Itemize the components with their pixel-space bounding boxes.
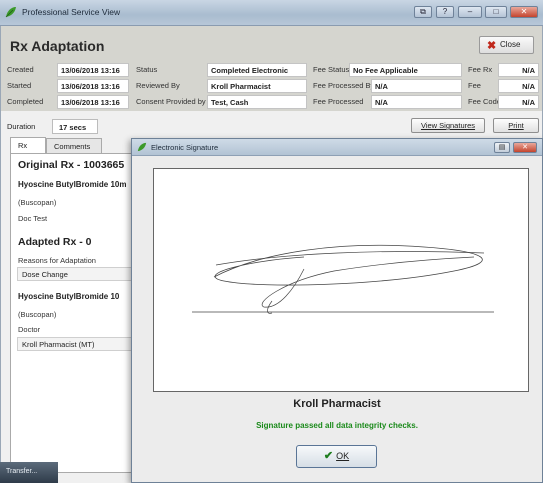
original-brand: (Buscopan) <box>18 198 57 207</box>
app-leaf-icon <box>5 7 16 18</box>
window-title: Professional Service View <box>22 7 121 17</box>
page-title: Rx Adaptation <box>10 38 105 54</box>
fee-value: N/A <box>498 79 539 93</box>
fee-code-label: Fee Code <box>468 97 501 106</box>
doctor-label: Doctor <box>18 325 41 334</box>
print-button[interactable]: Print <box>493 118 539 133</box>
integrity-message: Signature passed all data integrity chec… <box>256 421 418 430</box>
original-doctor: Doc Test <box>18 214 48 223</box>
signature-drawing <box>192 244 494 314</box>
help-icon[interactable]: ? <box>436 6 454 18</box>
minimize-button[interactable]: – <box>458 6 482 18</box>
completed-label: Completed <box>7 97 44 106</box>
fee-processed-value: N/A <box>371 95 462 109</box>
restore-icon[interactable]: ⧉ <box>414 6 432 18</box>
status-value: Completed Electronic <box>207 63 307 77</box>
fee-code-value: N/A <box>498 95 539 109</box>
created-label: Created <box>7 65 34 74</box>
dialog-menu-icon[interactable]: ▤ <box>494 142 510 153</box>
signer-name: Kroll Pharmacist <box>293 398 381 410</box>
info-row-created: Created 13/06/2018 13:16 Status Complete… <box>1 62 542 78</box>
dialog-titlebar: Electronic Signature ▤ ✕ <box>132 139 542 156</box>
fee-status-label: Fee Status <box>313 65 350 74</box>
duration-label: Duration <box>7 122 36 131</box>
reviewed-label: Reviewed By <box>136 81 180 90</box>
status-label: Status <box>136 65 158 74</box>
original-drug: Hyoscine ButylBromide 10m <box>18 180 127 189</box>
consent-value: Test, Cash <box>207 95 307 109</box>
fee-processed-by-value: N/A <box>371 79 462 93</box>
signature-pad <box>153 168 529 392</box>
fee-processed-by-label: Fee Processed By <box>313 81 375 90</box>
reason-field: Dose Change <box>17 267 132 281</box>
info-row-started: Started 13/06/2018 13:16 Reviewed By Kro… <box>1 78 542 94</box>
fee-status-value: No Fee Applicable <box>349 63 462 77</box>
fee-rx-label: Fee Rx <box>468 65 493 74</box>
close-button-label: Close <box>500 40 521 49</box>
taskbar-item[interactable]: Transfer... <box>0 462 58 483</box>
maximize-button[interactable]: □ <box>485 6 507 18</box>
dialog-title: Electronic Signature <box>151 143 219 152</box>
adapted-drug: Hyoscine ButylBromide 10 <box>18 292 120 301</box>
close-icon: ✖ <box>487 40 497 52</box>
window-close-button[interactable]: ✕ <box>510 6 538 18</box>
dialog-leaf-icon <box>137 142 147 152</box>
main-titlebar: Professional Service View ⧉ ? – □ ✕ <box>0 0 543 26</box>
close-button[interactable]: ✖ Close <box>479 36 534 54</box>
reasons-label: Reasons for Adaptation <box>18 256 96 265</box>
dialog-close-button[interactable]: ✕ <box>513 142 537 153</box>
reviewed-value: Kroll Pharmacist <box>207 79 307 93</box>
signature-dialog: Electronic Signature ▤ ✕ Kroll Pharmacis… <box>131 138 543 483</box>
checkmark-icon: ✔ <box>323 450 334 462</box>
tab-rx[interactable]: Rx <box>10 137 46 154</box>
fee-processed-label: Fee Processed <box>313 97 364 106</box>
fee-label: Fee <box>468 81 481 90</box>
ok-button[interactable]: ✔ OK <box>296 445 377 468</box>
started-label: Started <box>7 81 32 90</box>
created-value: 13/06/2018 13:16 <box>57 63 129 77</box>
adapted-rx-heading: Adapted Rx - 0 <box>18 236 92 248</box>
view-signatures-button[interactable]: View Signatures <box>411 118 485 133</box>
info-row-completed: Completed 13/06/2018 13:16 Consent Provi… <box>1 94 542 110</box>
ok-button-label: OK <box>336 451 350 461</box>
fee-rx-value: N/A <box>498 63 539 77</box>
original-rx-heading: Original Rx - 1003665 <box>18 159 125 171</box>
completed-value: 13/06/2018 13:16 <box>57 95 129 109</box>
tab-comments[interactable]: Comments <box>46 138 102 153</box>
consent-label: Consent Provided by <box>136 97 206 106</box>
header-band: Rx Adaptation ✖ Close Created 13/06/2018… <box>1 26 542 111</box>
doctor-field: Kroll Pharmacist (MT) <box>17 337 132 351</box>
started-value: 13/06/2018 13:16 <box>57 79 129 93</box>
adapted-brand: (Buscopan) <box>18 310 57 319</box>
duration-value: 17 secs <box>52 119 98 134</box>
